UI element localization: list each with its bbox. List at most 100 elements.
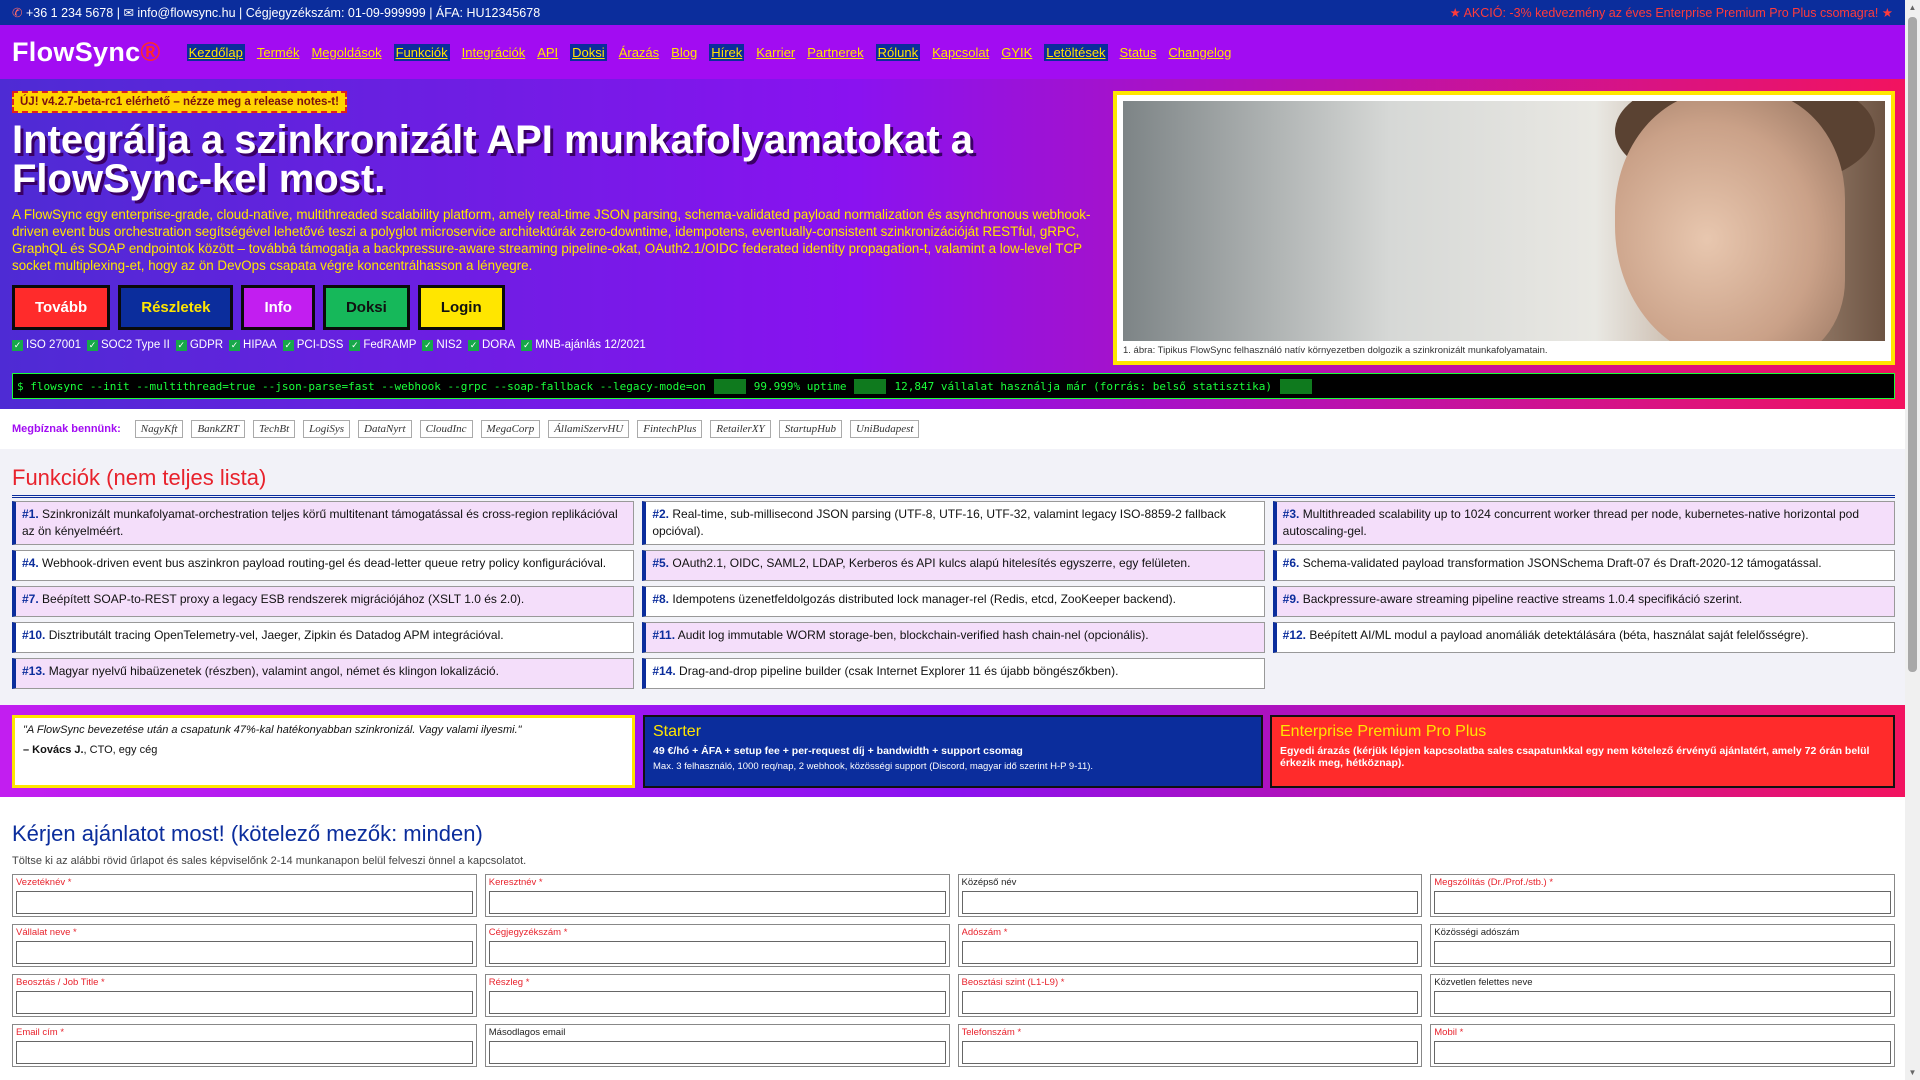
nav-item-letoltesek[interactable]: Letöltések	[1044, 43, 1108, 61]
starter-details: Max. 3 felhasználó, 1000 req/nap, 2 webh…	[653, 761, 1094, 772]
nav-item-funkciok[interactable]: Funkciók	[393, 43, 450, 61]
nav-item-karrier[interactable]: Karrier	[756, 45, 795, 60]
form-field: Részleg *	[484, 974, 950, 1017]
tovabb-button[interactable]: Tovább	[12, 285, 111, 330]
cert-item: ✓ NIS2	[422, 339, 462, 351]
nav-item-megoldasok[interactable]: Megoldások	[311, 45, 381, 60]
terminal-companies: 12,847 vállalat használja már (forrás: b…	[894, 379, 1272, 393]
nav-item-arazas[interactable]: Árazás	[619, 45, 659, 60]
felettes-neve-input[interactable]	[1434, 991, 1891, 1014]
nav-item-doksi[interactable]: Doksi	[570, 43, 607, 61]
mobil-input[interactable]	[1434, 1041, 1891, 1064]
cegjegyzekszam-input[interactable]	[488, 941, 946, 964]
feature-item: #2. Real-time, sub-millisecond JSON pars…	[642, 501, 1265, 545]
form-field: Telefonszám *	[957, 1024, 1423, 1067]
scroll-down-icon[interactable]: ▼	[1905, 1065, 1920, 1080]
email-link[interactable]: info@flowsync.hu	[137, 6, 235, 20]
masodlagos-email-input[interactable]	[488, 1041, 946, 1064]
nav-item-changelog[interactable]: Changelog	[1168, 45, 1231, 60]
figure-caption: 1. ábra: Tipikus FlowSync felhasználó na…	[1123, 345, 1548, 356]
scroll-up-icon[interactable]: ▲	[1905, 0, 1920, 15]
hero-section: ÚJ! v4.2.7-beta-rc1 elérhető – nézze meg…	[0, 79, 1905, 409]
phone-icon: ✆	[12, 6, 23, 20]
starter-plan-card[interactable]: Starter 49 €/hó + ÁFA + setup fee + per-…	[643, 715, 1263, 788]
feature-item: #1. Szinkronizált munkafolyamat-orchestr…	[12, 501, 635, 545]
hero-title: Integrálja a szinkronizált API munkafoly…	[12, 118, 974, 201]
hero-photo	[1123, 101, 1885, 341]
feature-item: #6. Schema-validated payload transformat…	[1272, 550, 1895, 581]
cert-item: ✓ DORA	[468, 339, 516, 351]
email-input[interactable]	[16, 1041, 473, 1064]
vezeteknev-input[interactable]	[16, 891, 473, 914]
registered-mark: ®	[140, 36, 161, 67]
promo-banner[interactable]: ★ AKCIÓ: -3% kedvezmény az éves Enterpri…	[1450, 5, 1893, 20]
nav-item-kapcsolat[interactable]: Kapcsolat	[932, 45, 989, 60]
beosztas-input[interactable]	[16, 991, 473, 1014]
hero-description: A FlowSync egy enterprise-grade, cloud-n…	[12, 207, 1091, 273]
info-button[interactable]: Info	[241, 285, 315, 330]
form-field: Adószám *	[957, 924, 1423, 967]
main-nav: FlowSync® Kezdőlap Termék Megoldások Fun…	[0, 25, 1905, 79]
nav-item-termek[interactable]: Termék	[257, 45, 300, 60]
form-field: Másodlagos email	[484, 1024, 950, 1067]
doksi-button[interactable]: Doksi	[322, 285, 410, 330]
form-field: Megszólítás (Dr./Prof./stb.) *	[1430, 874, 1895, 917]
form-field: Cégjegyzékszám *	[484, 924, 950, 967]
kozossegi-adoszam-input[interactable]	[1434, 941, 1891, 964]
enterprise-price: Egyedi árazás (kérjük lépjen kapcsolatba…	[1280, 745, 1870, 769]
feature-item: #14. Drag-and-drop pipeline builder (csa…	[642, 658, 1265, 689]
reszleg-input[interactable]	[488, 991, 946, 1014]
scrollbar-thumb[interactable]	[1908, 17, 1917, 672]
form-field: Közvetlen felettes neve	[1430, 974, 1895, 1017]
logo-text: FlowSync	[12, 36, 141, 67]
enterprise-title: Enterprise Premium Pro Plus	[1280, 723, 1487, 740]
client-logo: LogiSys	[303, 420, 351, 438]
feature-item: #9. Backpressure-aware streaming pipelin…	[1272, 586, 1895, 617]
checkmark-icon: ✓	[282, 339, 294, 351]
telefonszam-input[interactable]	[961, 1041, 1419, 1064]
login-button[interactable]: Login	[417, 285, 505, 330]
quote-form-section: Kérjen ajánlatot most! (kötelező mezők: …	[0, 797, 1905, 1080]
vallalat-neve-input[interactable]	[16, 941, 473, 964]
features-grid: #1. Szinkronizált munkafolyamat-orchestr…	[12, 501, 1895, 689]
client-logo: MegaCorp	[480, 420, 541, 438]
feature-item: #8. Idempotens üzenetfeldolgozás distrib…	[642, 586, 1265, 617]
beosztasi-szint-input[interactable]	[961, 991, 1419, 1014]
adoszam-input[interactable]	[961, 941, 1419, 964]
form-title: Kérjen ajánlatot most! (kötelező mezők: …	[12, 821, 483, 846]
page-scrollbar[interactable]: ▲ ▼	[1905, 0, 1920, 1080]
testimonial-role: , CTO, egy cég	[83, 744, 158, 756]
keresztnev-input[interactable]	[488, 891, 946, 914]
nav-item-blog[interactable]: Blog	[671, 45, 697, 60]
cert-item: ✓ FedRAMP	[349, 339, 417, 351]
phone-number[interactable]: +36 1 234 5678	[26, 6, 113, 20]
feature-item: #7. Beépített SOAP-to-REST proxy a legac…	[12, 586, 635, 617]
client-logo: CloudInc	[419, 420, 473, 438]
nav-item-status[interactable]: Status	[1120, 45, 1157, 60]
enterprise-plan-card[interactable]: Enterprise Premium Pro Plus Egyedi árazá…	[1270, 715, 1895, 788]
logo[interactable]: FlowSync®	[12, 37, 161, 68]
client-logo: StartupHub	[778, 420, 843, 438]
cert-item: ✓ SOC2 Type II	[86, 339, 170, 351]
form-field: Beosztási szint (L1-L9) *	[957, 974, 1423, 1017]
nav-item-api[interactable]: API	[537, 45, 558, 60]
trust-bar: Megbíznak bennünk: NagyKft BankZRT TechB…	[0, 409, 1905, 449]
hero-buttons: Tovább Részletek Info Doksi Login	[12, 285, 505, 330]
reszletek-button[interactable]: Részletek	[118, 285, 234, 330]
release-badge[interactable]: ÚJ! v4.2.7-beta-rc1 elérhető – nézze meg…	[12, 91, 347, 113]
client-logo: FintechPlus	[637, 420, 703, 438]
checkmark-icon: ✓	[86, 339, 98, 351]
terminal-command: $ flowsync --init --multithread=true --j…	[17, 379, 706, 393]
nav-item-rolunk[interactable]: Rólunk	[875, 43, 921, 61]
nav-item-hirek[interactable]: Hírek	[709, 43, 745, 61]
kozepso-nev-input[interactable]	[961, 891, 1419, 914]
form-field: Beosztás / Job Title *	[12, 974, 477, 1017]
nav-item-kezdolap[interactable]: Kezdőlap	[186, 43, 245, 61]
nav-item-gyik[interactable]: GYIK	[1001, 45, 1032, 60]
form-field: Közösségi adószám	[1430, 924, 1895, 967]
nav-item-partnerek[interactable]: Partnerek	[807, 45, 863, 60]
checkmark-icon: ✓	[175, 339, 187, 351]
client-logo: UniBudapest	[850, 420, 920, 438]
megszolitas-input[interactable]	[1434, 891, 1891, 914]
nav-item-integraciok[interactable]: Integrációk	[462, 45, 526, 60]
